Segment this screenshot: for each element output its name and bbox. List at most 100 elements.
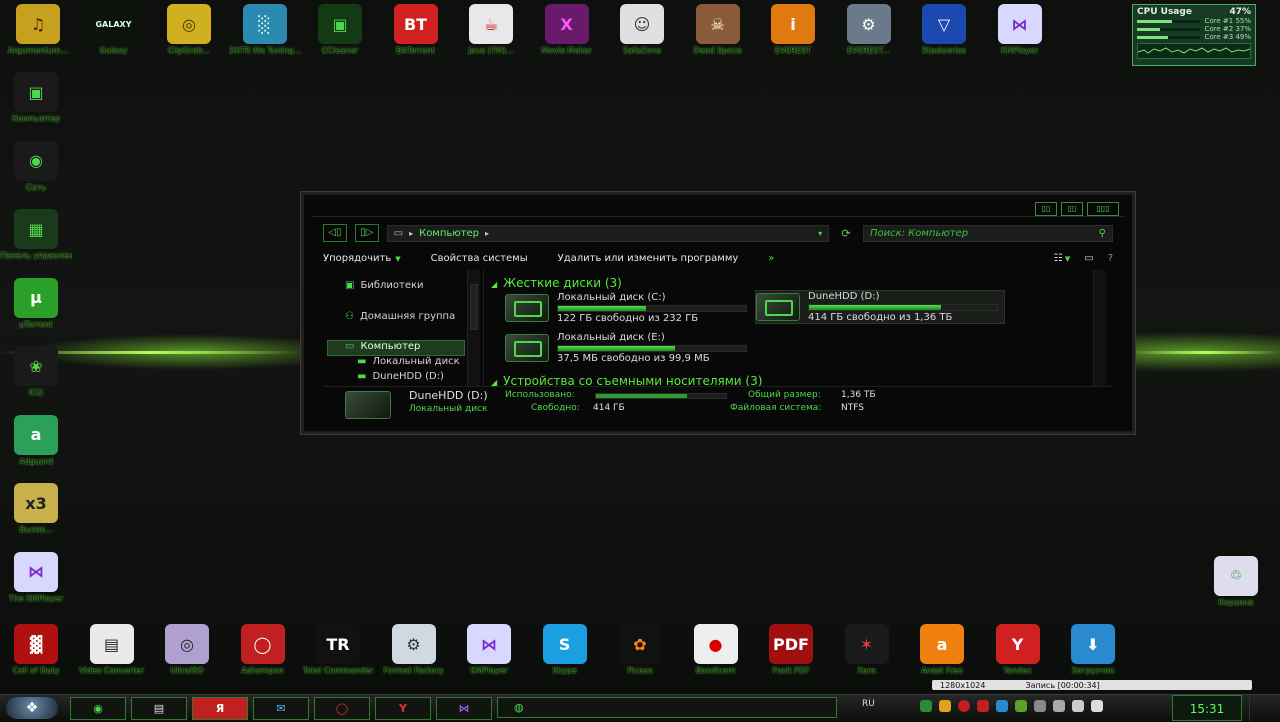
taskbar-item-folder[interactable]: ▤ [131, 697, 187, 720]
desktop-shortcut-icon[interactable]: ⋈ KMPlayer [453, 624, 525, 675]
clock[interactable]: 15:31 [1172, 695, 1242, 721]
network-status-icon[interactable] [1072, 700, 1084, 712]
desktop-shortcut-icon[interactable]: x3 Вызов... [0, 483, 72, 534]
desktop-shortcut-icon[interactable]: ⋈ KMPlayer [984, 4, 1056, 55]
breadcrumb-computer[interactable]: Компьютер [419, 228, 479, 239]
drive-item-selected[interactable]: DuneHDD (D:) 414 ГБ свободно из 1,36 ТБ [755, 290, 1005, 324]
help-icon[interactable]: ? [1108, 253, 1113, 264]
desktop-shortcut-icon[interactable]: ◯ Ashampoo [227, 624, 299, 675]
desktop-shortcut-icon[interactable]: ◉ Сеть [0, 140, 72, 192]
shortcut-label: Вызов... [19, 525, 53, 534]
system-properties-button[interactable]: Свойства системы [431, 253, 528, 264]
nav-item-computer[interactable]: ▭ Компьютер [345, 341, 420, 352]
desktop-shortcut-icon[interactable]: ☠ Dead Space [682, 4, 754, 55]
scrollbar-thumb[interactable] [470, 284, 478, 330]
content-scrollbar[interactable] [1093, 270, 1106, 386]
nvidia-icon[interactable] [1015, 700, 1027, 712]
more-commands-button[interactable]: » [768, 253, 774, 264]
forward-button[interactable]: ▯▷ [354, 224, 379, 242]
desktop-shortcut-icon[interactable]: ░ DXTR Me Tuning... [229, 4, 301, 55]
desktop-shortcut-icon[interactable]: ⚙ Format Factory [378, 624, 450, 675]
desktop-shortcut-icon[interactable]: ⚙ EVEREST... [833, 4, 905, 55]
desktop-shortcut-icon[interactable]: ✿ Picasa [604, 624, 676, 675]
search-input[interactable]: Поиск: Компьютер ⚲ [862, 224, 1113, 242]
desktop-shortcut-icon[interactable]: ▽ Steelseries [908, 4, 980, 55]
uninstall-program-button[interactable]: Удалить или изменить программу [558, 253, 739, 264]
nav-item-libraries[interactable]: ▣ Библиотеки [345, 280, 424, 291]
desktop-shortcut-icon[interactable]: ▣ CCleaner [304, 4, 376, 55]
desktop-shortcut-icon[interactable]: GALAXY Galaxy [78, 4, 150, 55]
desktop-shortcut-icon[interactable]: X Movie Maker [531, 4, 603, 55]
desktop-shortcut-icon[interactable]: a Adguard [0, 414, 72, 466]
drive-item[interactable]: Локальный диск (E:) 37,5 МБ свободно из … [505, 332, 753, 364]
chevron-down-icon[interactable]: ▾ [818, 229, 822, 238]
desktop-shortcut-icon[interactable]: S Skype [529, 624, 601, 675]
organize-button[interactable]: Упорядочить ▼ [323, 253, 401, 264]
shortcut-label: Video Converter [79, 666, 144, 675]
desktop-shortcut-icon[interactable]: TR Total Commander [302, 624, 374, 675]
desktop-shortcut-icon[interactable]: i EVEREST [757, 4, 829, 55]
taskbar-item-mail[interactable]: ✉ [253, 697, 309, 720]
bandicam-icon[interactable] [977, 700, 989, 712]
taskbar-item-explorer[interactable]: ◉ [70, 697, 126, 720]
language-indicator[interactable]: RU [862, 699, 875, 709]
show-desktop-button[interactable] [1249, 695, 1280, 721]
desktop-shortcut-icon[interactable]: ▦ Панель управления [0, 209, 72, 260]
nav-item-dunehdd[interactable]: ▬ DuneHDD (D:) [357, 371, 444, 382]
desktop-shortcut-icon[interactable]: PDF Foxit PDF [755, 624, 827, 675]
cpu-usage-gadget[interactable]: CPU Usage 47% Core #1 55% Core #2 37% Co… [1132, 4, 1256, 66]
tools-icon[interactable] [1053, 700, 1065, 712]
desktop-shortcut-icon[interactable]: ◎ ClipGrab... [153, 4, 225, 55]
nav-item-homegroup[interactable]: ⚇ Домашняя группа [345, 311, 455, 322]
shortcut-label: Argumentum... [7, 46, 69, 55]
preview-pane-icon[interactable]: ▭ [1084, 253, 1093, 264]
network-icon[interactable] [996, 700, 1008, 712]
desktop-shortcut-icon[interactable]: ☕ Java (TM)... [455, 4, 527, 55]
desktop-shortcut-icon[interactable]: ▣ Компьютер [0, 72, 72, 123]
shortcut-image: ♫ [16, 4, 60, 44]
navigation-scrollbar[interactable] [467, 270, 480, 386]
desktop-shortcut-icon[interactable]: ✶ Xara [831, 624, 903, 675]
start-button[interactable]: ❖ [6, 697, 58, 719]
minimize-button[interactable]: ▯▯ [1035, 202, 1057, 216]
desktop-shortcut-icon[interactable]: ◎ UltraISO [151, 624, 223, 675]
shortcut-label: Avast Free [921, 666, 963, 675]
taskbar-item-opera[interactable]: ◯ [314, 697, 370, 720]
desktop-shortcut-icon[interactable]: ▤ Video Converter [76, 624, 148, 675]
view-options-icon[interactable]: ☷ ▼ [1054, 253, 1071, 264]
avast-icon[interactable] [939, 700, 951, 712]
desktop-shortcut-icon[interactable]: ⋈ The KMPlayer [0, 551, 72, 603]
desktop-shortcut-icon[interactable]: ❀ ICQ [0, 346, 72, 397]
explorer-window[interactable]: ▯▯ ▯▯ ▯▯▯ ◁▯ ▯▷ ▭ ▸ Компьютер ▸ ▾ ⟳ Поис… [301, 192, 1135, 434]
desktop-shortcut-icon[interactable]: ● Bandicam [680, 624, 752, 675]
shortcut-image: ☺ [620, 4, 664, 44]
back-button[interactable]: ◁▯ [323, 224, 347, 242]
volume-icon[interactable] [1091, 700, 1103, 712]
maximize-button[interactable]: ▯▯ [1061, 202, 1083, 216]
search-icon[interactable]: ⚲ [1099, 228, 1106, 239]
group-header-removable[interactable]: ◢ Устройства со съемными носителями (3) [491, 374, 762, 386]
recycle-bin-icon[interactable]: ♲ Корзина [1200, 556, 1272, 607]
drive-item[interactable]: Локальный диск (C:) 122 ГБ свободно из 2… [505, 292, 753, 324]
shield-icon[interactable] [920, 700, 932, 712]
breadcrumb-separator-icon[interactable]: ▸ [485, 229, 489, 238]
group-header-hard-disks[interactable]: ◢ Жесткие диски (3) [491, 276, 622, 290]
taskbar-item-yandex-browser[interactable]: Y [375, 697, 431, 720]
flag-icon[interactable] [1034, 700, 1046, 712]
desktop-shortcut-icon[interactable]: µ µTorrent [0, 277, 72, 329]
close-button[interactable]: ▯▯▯ [1087, 202, 1119, 216]
address-bar[interactable]: ▭ ▸ Компьютер ▸ ▾ [386, 224, 830, 242]
refresh-icon[interactable]: ⟳ [837, 227, 855, 240]
desktop-shortcut-icon[interactable]: ☺ SafeZone [606, 4, 678, 55]
desktop-shortcut-icon[interactable]: ▓ Call of Duty [0, 624, 72, 675]
desktop-shortcut-icon[interactable]: a Avast Free [906, 624, 978, 675]
nav-item-local-disk[interactable]: ▬ Локальный диск [357, 356, 460, 367]
taskbar-item-kmplayer[interactable]: ⋈ [436, 697, 492, 720]
desktop-shortcut-icon[interactable]: ⬇ Загрузчик [1057, 624, 1129, 675]
desktop-shortcut-icon[interactable]: Y Yandex [982, 624, 1054, 675]
taskbar-item-alienware[interactable]: ◍ [497, 697, 837, 718]
desktop-shortcut-icon[interactable]: BT BitTorrent [380, 4, 452, 55]
desktop-shortcut-icon[interactable]: ♫ Argumentum... [2, 4, 74, 55]
record-icon[interactable] [958, 700, 970, 712]
taskbar-item-yandex[interactable]: Я [192, 697, 248, 720]
